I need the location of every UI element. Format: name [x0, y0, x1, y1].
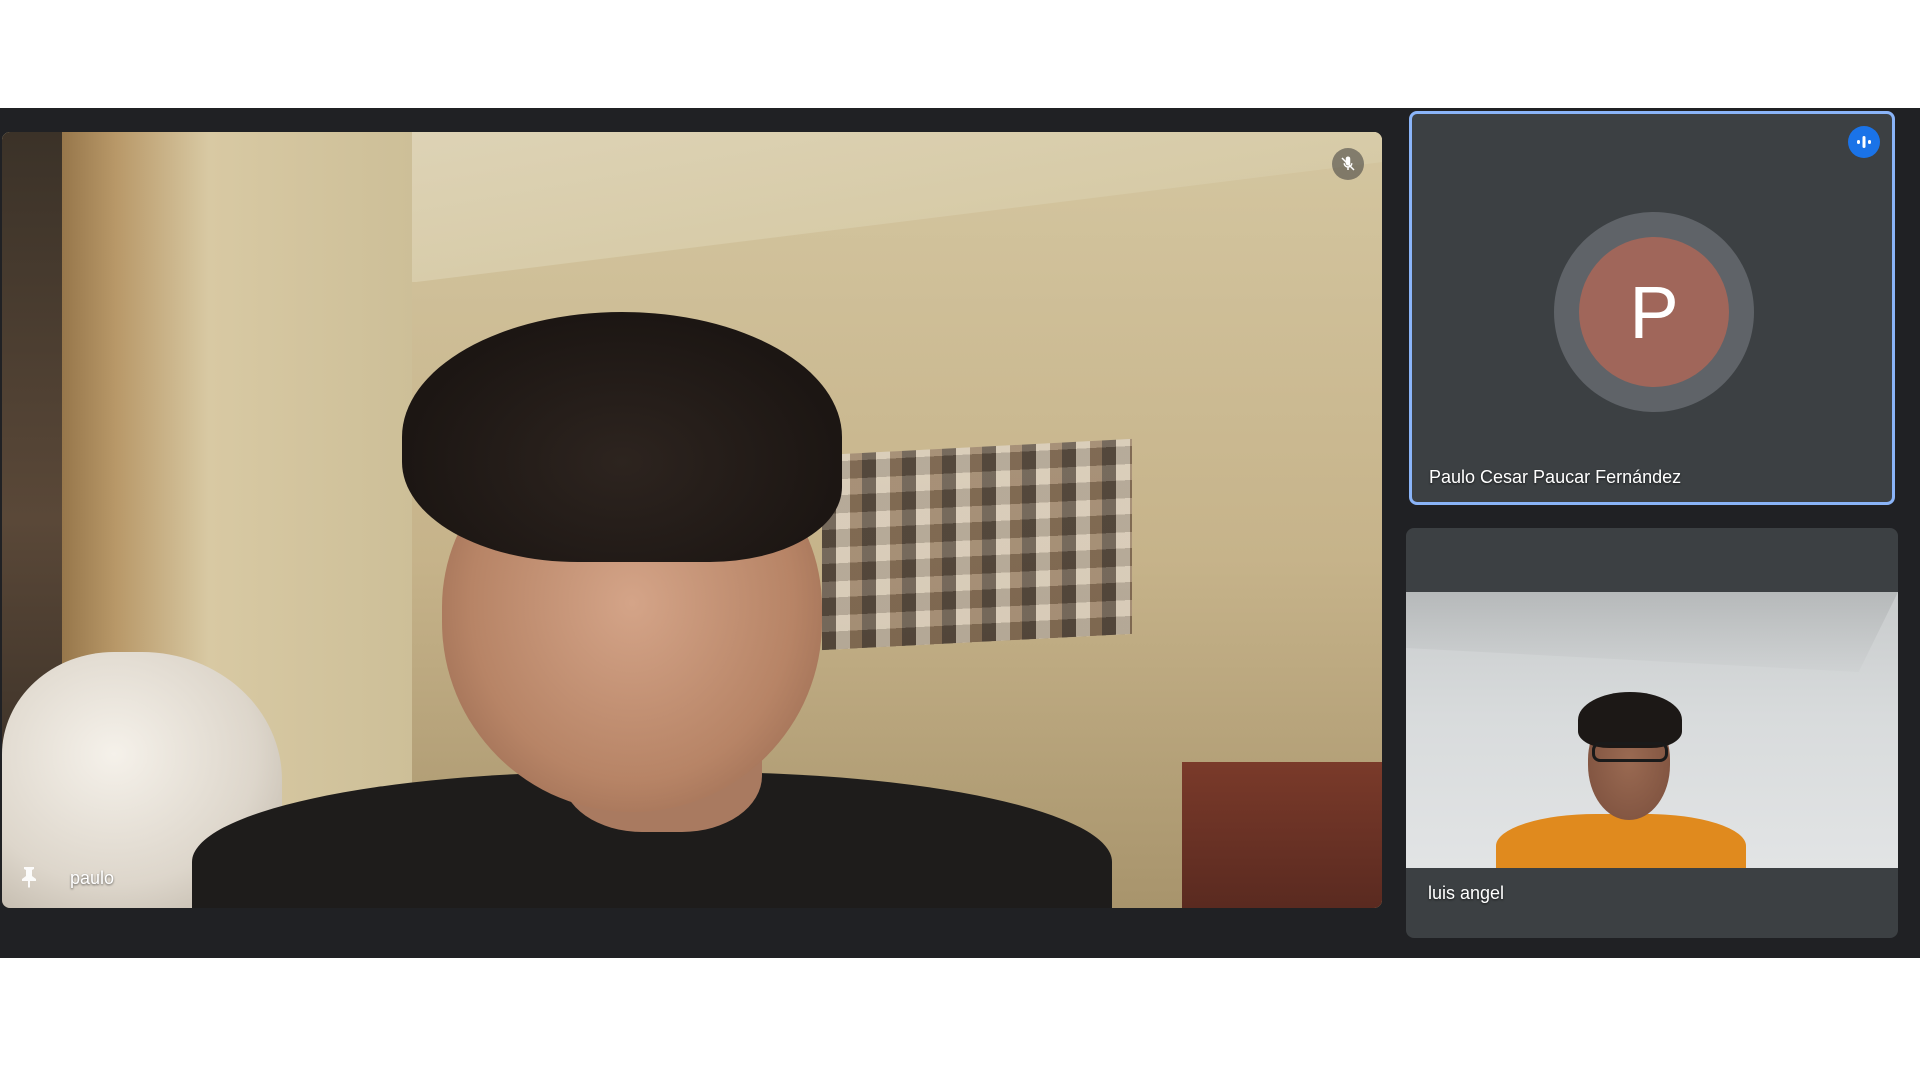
video-feed-secondary [1406, 592, 1898, 868]
participant-tile-main[interactable]: paulo [2, 132, 1382, 908]
pin-icon[interactable] [16, 864, 42, 890]
participant-name-avatar: Paulo Cesar Paucar Fernández [1429, 467, 1682, 487]
avatar: P [1579, 237, 1729, 387]
mic-off-icon [1332, 148, 1364, 180]
video-feed-photo-collage [822, 438, 1132, 651]
avatar-ring: P [1554, 212, 1754, 412]
meeting-grid: paulo P Paulo Cesar Paucar Fernández lui… [0, 108, 1920, 958]
participant-tile-avatar[interactable]: P Paulo Cesar Paucar Fernández [1409, 111, 1895, 505]
video-feed-secondary-person-body [1496, 814, 1746, 868]
video-feed-secondary-glasses [1592, 742, 1668, 762]
participant-name-main: paulo [70, 868, 115, 888]
video-feed-person-hair [402, 312, 842, 562]
avatar-initial: P [1629, 270, 1679, 354]
video-feed-shelf [1182, 762, 1382, 908]
audio-level-icon [1848, 126, 1880, 158]
participant-name-video: luis angel [1428, 883, 1505, 903]
video-feed-secondary-ceiling [1406, 592, 1898, 672]
video-feed-secondary-person-hair [1578, 692, 1682, 748]
participant-tile-video[interactable]: luis angel [1406, 528, 1898, 938]
